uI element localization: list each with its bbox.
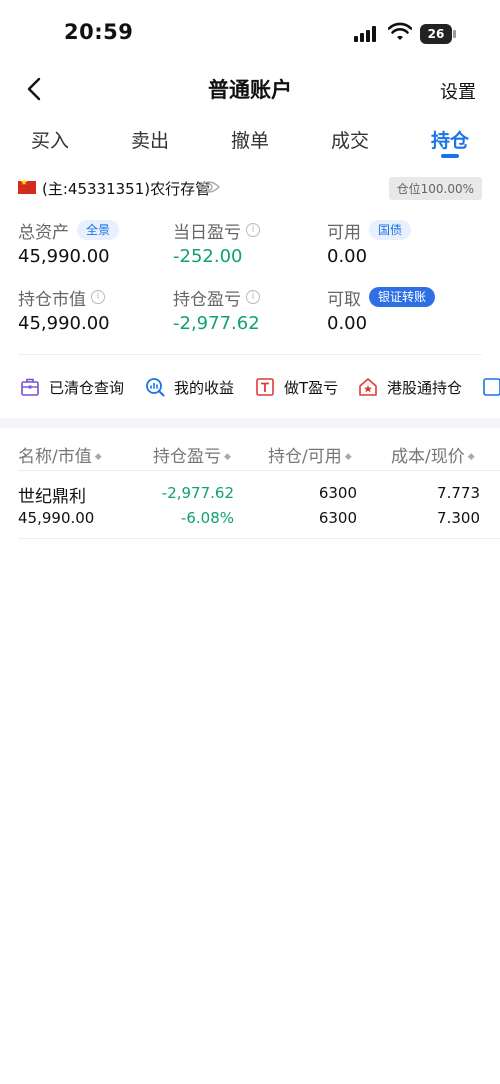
stat-total-assets: 总资产 全景 45,990.00 bbox=[18, 218, 168, 267]
china-flag-icon bbox=[18, 178, 36, 194]
settings-button[interactable]: 设置 bbox=[440, 78, 476, 104]
my-earnings-button[interactable]: 我的收益 bbox=[145, 374, 234, 400]
cellular-signal-icon bbox=[354, 26, 380, 42]
stock-holding: 6300 bbox=[318, 484, 357, 502]
stock-available: 6300 bbox=[318, 509, 357, 527]
status-bar: 20:59 26 bbox=[0, 0, 500, 66]
wifi-icon bbox=[388, 22, 412, 40]
stat-label: 持仓盈亏 bbox=[173, 289, 241, 310]
tool-label: 港股通持仓 bbox=[387, 378, 463, 397]
stat-value: 0.00 bbox=[327, 313, 368, 334]
stat-value: -2,977.62 bbox=[173, 313, 260, 334]
stat-value: 45,990.00 bbox=[18, 246, 110, 267]
column-header-name[interactable]: 名称/市值 ◆ bbox=[18, 442, 102, 467]
battery-icon: 26 bbox=[420, 24, 456, 44]
divider bbox=[18, 538, 500, 539]
stat-position-pnl: 持仓盈亏 i -2,977.62 bbox=[173, 285, 323, 334]
tool-label: 做T盈亏 bbox=[284, 378, 339, 397]
stock-price: 7.300 bbox=[437, 509, 480, 527]
hk-connect-positions-button[interactable]: 港股通持仓 bbox=[358, 374, 462, 400]
sort-icon: ◆ bbox=[344, 452, 352, 462]
quick-tools-bar: 已清仓查询 我的收益 做T盈亏 港股通持仓 bbox=[0, 370, 500, 404]
stat-label: 总资产 bbox=[18, 222, 69, 243]
swap-icon bbox=[483, 378, 500, 396]
stat-value: -252.00 bbox=[173, 246, 243, 267]
tab-sell[interactable]: 卖出 bbox=[100, 126, 200, 153]
stock-cost: 7.773 bbox=[437, 484, 480, 502]
info-icon[interactable]: i bbox=[246, 223, 260, 237]
divider bbox=[18, 470, 500, 471]
header-label: 名称/市值 bbox=[18, 447, 92, 467]
stat-label: 持仓市值 bbox=[18, 289, 86, 310]
briefcase-icon bbox=[21, 378, 39, 396]
stock-market-value: 45,990.00 bbox=[18, 509, 95, 527]
nav-bar: 普通账户 设置 bbox=[0, 66, 500, 112]
treasury-tag-button[interactable]: 国债 bbox=[369, 220, 412, 240]
stat-value: 45,990.00 bbox=[18, 313, 110, 334]
stat-market-value: 持仓市值 i 45,990.00 bbox=[18, 285, 168, 335]
eye-icon[interactable] bbox=[198, 179, 220, 195]
stock-pnl-pct: -6.08% bbox=[180, 509, 234, 527]
tab-buy[interactable]: 买入 bbox=[0, 126, 100, 153]
section-separator bbox=[0, 418, 500, 428]
t-box-icon bbox=[256, 378, 274, 396]
header-label: 成本/现价 bbox=[391, 447, 465, 467]
page-title: 普通账户 bbox=[208, 78, 292, 102]
header-label: 持仓/可用 bbox=[268, 447, 342, 467]
stat-daily-pnl: 当日盈亏 i -252.00 bbox=[173, 218, 323, 267]
stock-name: 世纪鼎利 bbox=[18, 487, 86, 507]
day-trade-pnl-button[interactable]: 做T盈亏 bbox=[255, 374, 338, 400]
stat-available: 可用 国债 0.00 bbox=[327, 218, 477, 267]
trade-tabs: 买入 卖出 撤单 成交 持仓 bbox=[0, 120, 500, 164]
sort-icon: ◆ bbox=[224, 452, 231, 462]
divider bbox=[18, 354, 482, 355]
sort-icon: ◆ bbox=[467, 452, 475, 462]
stat-label: 可取 bbox=[327, 289, 361, 310]
info-icon[interactable]: i bbox=[91, 290, 105, 304]
active-tab-indicator bbox=[441, 154, 459, 158]
account-label: (主:45331351)农行存管 bbox=[42, 180, 211, 198]
header-label: 持仓盈亏 bbox=[153, 447, 221, 467]
column-header-pnl[interactable]: 持仓盈亏 ◆ bbox=[153, 442, 231, 467]
chart-search-icon bbox=[146, 378, 165, 397]
panorama-tag-button[interactable]: 全景 bbox=[77, 220, 120, 240]
stat-withdrawable: 可取 银证转账 0.00 bbox=[327, 285, 477, 334]
info-icon[interactable]: i bbox=[246, 290, 260, 304]
cleared-positions-query-button[interactable]: 已清仓查询 bbox=[20, 374, 124, 400]
position-ratio-badge: 仓位100.00% bbox=[388, 177, 482, 200]
stock-pnl: -2,977.62 bbox=[161, 484, 234, 502]
tab-cancel[interactable]: 撤单 bbox=[200, 126, 300, 153]
battery-level: 26 bbox=[420, 24, 452, 44]
account-row[interactable]: (主:45331351)农行存管 仓位100.00% bbox=[18, 176, 482, 200]
stat-value: 0.00 bbox=[327, 246, 368, 267]
house-star-icon bbox=[359, 378, 377, 396]
tab-positions[interactable]: 持仓 bbox=[400, 126, 500, 153]
tool-label: 已清仓查询 bbox=[49, 378, 125, 397]
tool-label: 我的收益 bbox=[174, 378, 235, 397]
tab-deals[interactable]: 成交 bbox=[300, 126, 400, 153]
stat-label: 当日盈亏 bbox=[173, 222, 241, 243]
column-header-holding[interactable]: 持仓/可用 ◆ bbox=[268, 442, 352, 467]
column-header-cost[interactable]: 成本/现价 ◆ bbox=[391, 442, 475, 467]
sort-icon: ◆ bbox=[94, 452, 102, 462]
stat-label: 可用 bbox=[327, 222, 361, 243]
more-tools-button[interactable] bbox=[482, 374, 500, 400]
status-time: 20:59 bbox=[64, 20, 134, 44]
bank-transfer-button[interactable]: 银证转账 bbox=[369, 287, 436, 307]
